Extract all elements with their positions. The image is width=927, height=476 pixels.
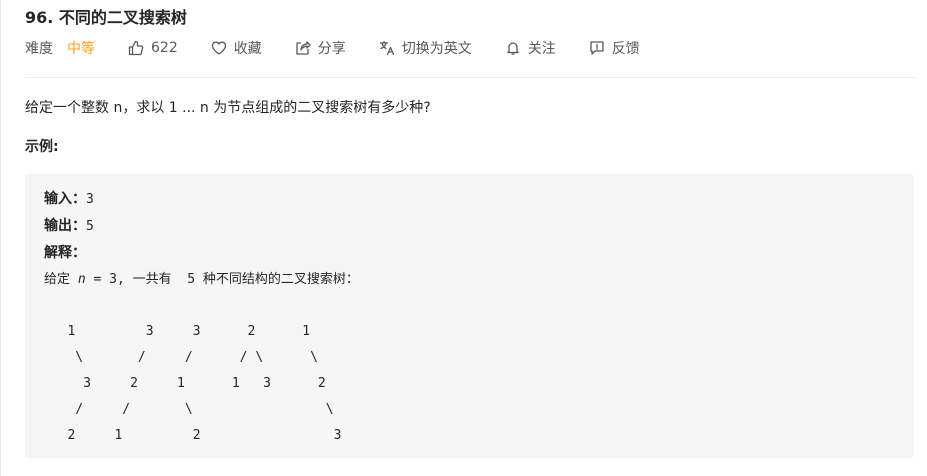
problem-meta-bar: 难度 中等 622 收藏 分享 切换为英文 关注 反馈 bbox=[25, 38, 640, 58]
favorite-button[interactable]: 收藏 bbox=[211, 38, 262, 58]
left-border bbox=[0, 0, 1, 476]
example-code: 输入：3 输出：5 解释： 给定 n = 3, 一共有 5 种不同结构的二叉搜索… bbox=[44, 186, 359, 449]
share-icon bbox=[295, 40, 311, 56]
explanation-label: 解释： bbox=[44, 245, 86, 261]
page-title: 96. 不同的二叉搜索树 bbox=[25, 8, 187, 27]
favorite-label: 收藏 bbox=[233, 41, 262, 57]
problem-description: 给定一个整数 n，求以 1 ... n 为节点组成的二叉搜索树有多少种? bbox=[25, 100, 431, 116]
share-label: 分享 bbox=[317, 41, 346, 57]
example-heading: 示例: bbox=[25, 139, 59, 155]
translate-icon bbox=[379, 40, 395, 56]
bst-diagrams: 1 3 3 2 1 \ / / / \ \ 3 2 1 1 3 2 / / \ … bbox=[67, 324, 342, 443]
follow-button[interactable]: 关注 bbox=[505, 38, 556, 58]
output-label: 输出： bbox=[44, 218, 86, 234]
explanation-variable: n bbox=[77, 272, 86, 287]
output-value: 5 bbox=[86, 219, 94, 234]
input-label: 输入： bbox=[44, 191, 86, 207]
input-value: 3 bbox=[86, 192, 94, 207]
like-button[interactable]: 622 bbox=[128, 40, 178, 56]
follow-label: 关注 bbox=[527, 41, 556, 57]
feedback-icon bbox=[589, 40, 605, 56]
share-button[interactable]: 分享 bbox=[295, 38, 346, 58]
feedback-button[interactable]: 反馈 bbox=[589, 38, 640, 58]
heart-icon bbox=[211, 40, 227, 56]
feedback-label: 反馈 bbox=[611, 41, 640, 57]
thumbs-up-icon bbox=[128, 40, 144, 56]
bell-icon bbox=[505, 40, 521, 56]
explanation-suffix: = 3, 一共有 5 种不同结构的二叉搜索树： bbox=[85, 272, 359, 287]
difficulty-badge: 中等 bbox=[67, 41, 95, 57]
likes-count: 622 bbox=[151, 40, 178, 56]
difficulty-label: 难度 bbox=[25, 41, 53, 57]
header-divider bbox=[25, 77, 915, 78]
explanation-prefix: 给定 bbox=[44, 272, 78, 287]
translate-label: 切换为英文 bbox=[401, 41, 472, 57]
translate-button[interactable]: 切换为英文 bbox=[379, 38, 472, 58]
